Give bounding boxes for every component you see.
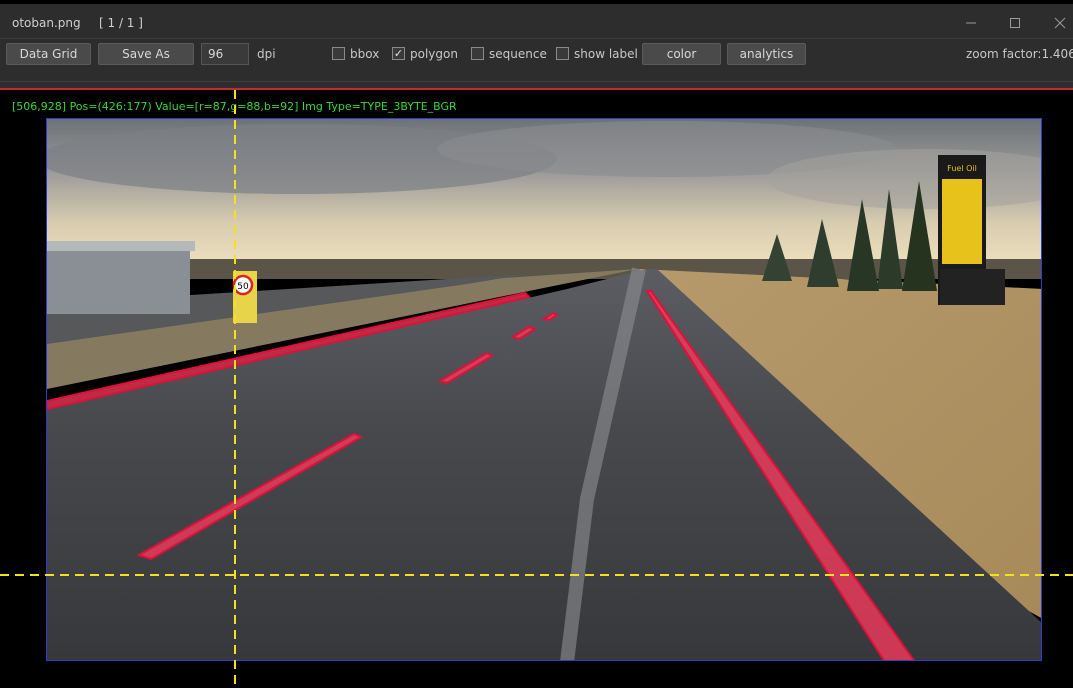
image-index: [ 1 / 1 ] [99,16,143,30]
fuel-brand: Fuel Oil [947,164,977,173]
checkmark-icon: ✓ [393,47,404,60]
polygon-label: polygon [410,47,458,61]
close-icon[interactable] [1045,10,1073,36]
sequence-checkbox[interactable] [471,47,484,60]
title-bar: otoban.png [ 1 / 1 ] [0,0,1073,38]
analytics-button[interactable]: analytics [727,43,806,65]
speed-limit-value: 50 [237,282,249,292]
save-as-button[interactable]: Save As [98,43,194,65]
toolbar-divider [0,81,1073,82]
fuel-billboard-panel [942,179,982,264]
building-roof [47,241,195,251]
minimize-icon[interactable] [956,10,986,36]
polygon-checkbox[interactable]: ✓ [392,47,405,60]
road-image: Fuel Oil 50 [47,119,1041,660]
dpi-unit-label: dpi [257,47,276,61]
image-canvas[interactable]: Fuel Oil 50 [46,118,1042,661]
maximize-icon[interactable] [1000,10,1030,36]
data-grid-button[interactable]: Data Grid [6,43,91,65]
zoom-factor: zoom factor:1.4062 [966,47,1073,61]
show-label-label: show label [574,47,638,61]
sequence-label: sequence [489,47,547,61]
bbox-checkbox[interactable] [332,47,345,60]
dpi-input[interactable]: 96 [201,43,249,65]
bbox-label: bbox [350,47,380,61]
accent-divider [0,88,1073,90]
billboard-base [940,269,1005,305]
building [47,244,190,314]
window-title: otoban.png [12,16,81,30]
show-label-checkbox[interactable] [556,47,569,60]
pixel-status: [506,928] Pos=(426:177) Value=[r=87,g=88… [12,100,457,113]
color-button[interactable]: color [642,43,721,65]
